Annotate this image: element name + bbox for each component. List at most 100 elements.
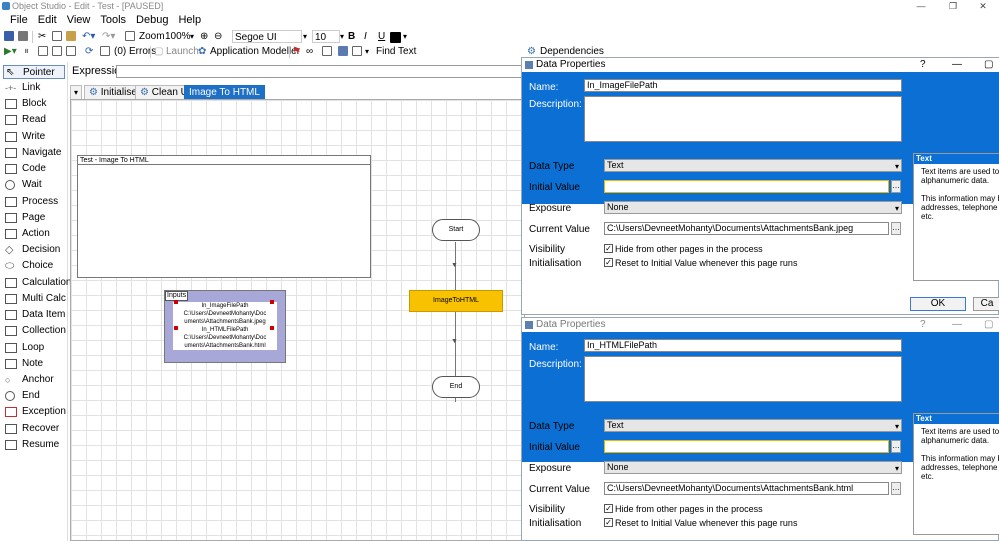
zoom-value[interactable]: 100% — [165, 30, 191, 44]
current-value-field[interactable]: C:\Users\DevneetMohanty\Documents\Attach… — [604, 482, 889, 495]
run-icon[interactable]: ▶▾ — [4, 45, 17, 59]
name-field[interactable]: In_ImageFilePath — [584, 79, 902, 92]
font-size-select[interactable]: 10 — [312, 30, 340, 43]
menu-tools[interactable]: Tools — [95, 13, 131, 28]
initialisation-checkbox[interactable]: ✓ — [604, 258, 613, 267]
ellipsis-button[interactable]: … — [891, 440, 901, 453]
palette-pointer[interactable]: ⇖ Pointer — [3, 65, 65, 79]
start-stage[interactable]: Start — [432, 219, 480, 241]
exposure-select[interactable]: None ▾ — [604, 461, 902, 474]
underline-button[interactable]: U — [378, 30, 385, 44]
tab-image-to-html[interactable]: Image To HTML — [184, 85, 265, 99]
breakpoint-icon[interactable]: ⚑ — [292, 45, 301, 59]
print-icon[interactable] — [18, 30, 28, 44]
palette-resume[interactable]: Resume — [3, 438, 65, 452]
description-field[interactable] — [584, 96, 902, 142]
pause-icon[interactable]: ⏸ — [24, 45, 29, 59]
maximize-icon[interactable]: ▢ — [984, 318, 993, 332]
palette-recover[interactable]: Recover — [3, 422, 65, 436]
font-size-dropdown-icon[interactable]: ▾ — [340, 30, 344, 44]
zoom-out-icon[interactable]: ⊖ — [214, 30, 222, 44]
palette-block[interactable]: Block — [3, 97, 65, 111]
help-icon[interactable]: ? — [920, 58, 926, 72]
grid-icon[interactable] — [352, 45, 362, 59]
ok-button[interactable]: OK — [910, 297, 966, 311]
palette-action[interactable]: Action — [3, 227, 65, 241]
menu-debug[interactable]: Debug — [131, 13, 173, 28]
palette-navigate[interactable]: Navigate — [3, 146, 65, 160]
palette-link[interactable]: -+- Link — [3, 81, 65, 95]
color-dropdown-icon[interactable]: ▾ — [403, 30, 407, 44]
visibility-checkbox[interactable]: ✓ — [604, 504, 613, 513]
ellipsis-button[interactable]: … — [891, 180, 901, 193]
validate-icon[interactable] — [322, 45, 332, 59]
zoom-dropdown-icon[interactable]: ▾ — [190, 30, 194, 44]
color-swatch[interactable] — [390, 31, 401, 45]
visibility-checkbox[interactable]: ✓ — [604, 244, 613, 253]
palette-end[interactable]: End — [3, 389, 65, 403]
step-icon[interactable] — [38, 45, 48, 59]
app-modeller-button[interactable]: Application Modeller — [210, 45, 300, 59]
palette-process[interactable]: Process — [3, 195, 65, 209]
initialisation-checkbox[interactable]: ✓ — [604, 518, 613, 527]
initial-value-field[interactable] — [604, 180, 889, 193]
action-stage[interactable]: ImageToHTML — [409, 290, 503, 312]
palette-calculation[interactable]: Calculation — [3, 276, 71, 290]
step-out-icon[interactable] — [66, 45, 76, 59]
menu-help[interactable]: Help — [173, 13, 206, 28]
font-dropdown-icon[interactable]: ▾ — [303, 30, 307, 44]
grid-dropdown-icon[interactable]: ▾ — [365, 45, 369, 59]
launch-button[interactable]: Launch — [166, 45, 199, 59]
tabs-dropdown-icon[interactable]: ▾ — [70, 85, 82, 99]
process-canvas[interactable]: Test - Image To HTML Inputs In_ImageFile… — [70, 99, 525, 541]
menu-edit[interactable]: Edit — [33, 13, 62, 28]
step-over-icon[interactable] — [52, 45, 62, 59]
data-type-select[interactable]: Text ▾ — [604, 419, 902, 432]
minimize-button[interactable]: — — [906, 0, 936, 12]
maximize-icon[interactable]: ▢ — [984, 58, 993, 72]
redo-icon[interactable]: ↷▾ — [102, 30, 115, 44]
palette-wait[interactable]: Wait — [3, 178, 65, 192]
ellipsis-button[interactable]: … — [891, 482, 901, 495]
palette-write[interactable]: Write — [3, 130, 65, 144]
description-field[interactable] — [584, 356, 902, 402]
palette-page[interactable]: Page — [3, 211, 65, 225]
cancel-button[interactable]: Ca — [973, 297, 999, 311]
palette-decision[interactable]: ◇ Decision — [3, 243, 65, 257]
zoom-in-icon[interactable]: ⊕ — [200, 30, 208, 44]
bold-button[interactable]: B — [348, 30, 355, 44]
exposure-select[interactable]: None ▾ — [604, 201, 902, 214]
ellipsis-button[interactable]: … — [891, 222, 901, 235]
minimize-icon[interactable]: — — [952, 318, 962, 332]
expression-input[interactable] — [116, 65, 525, 78]
minimize-icon[interactable]: — — [952, 58, 962, 72]
menu-view[interactable]: View — [62, 13, 96, 28]
help-icon[interactable]: ? — [920, 318, 926, 332]
palette-collection[interactable]: Collection — [3, 324, 66, 338]
inputs-stage[interactable]: Inputs In_ImageFilePath C:\Users\DevneetM… — [164, 290, 286, 363]
palette-exception[interactable]: Exception — [3, 405, 66, 419]
restore-button[interactable]: ❐ — [938, 0, 968, 12]
palette-choice[interactable]: ⬭ Choice — [3, 259, 65, 273]
end-stage[interactable]: End — [432, 376, 480, 398]
palette-code[interactable]: Code — [3, 162, 65, 176]
menu-file[interactable]: File — [5, 13, 33, 28]
palette-multi-calc[interactable]: Multi Calc — [3, 292, 66, 306]
font-name-select[interactable]: Segoe UI — [232, 30, 302, 43]
close-button[interactable]: ✕ — [968, 0, 998, 12]
palette-read[interactable]: Read — [3, 113, 65, 127]
layout-icon[interactable] — [338, 45, 348, 59]
undo-icon[interactable]: ↶▾ — [82, 30, 95, 44]
palette-note[interactable]: Note — [3, 357, 65, 371]
name-field[interactable]: In_HTMLFilePath — [584, 339, 902, 352]
palette-anchor[interactable]: ○ Anchor — [3, 373, 65, 387]
data-type-select[interactable]: Text ▾ — [604, 159, 902, 172]
cut-icon[interactable]: ✂ — [38, 30, 46, 44]
tab-initialise[interactable]: ⚙ Initialise — [84, 85, 142, 99]
find-text-button[interactable]: Find Text — [376, 45, 416, 59]
refresh-icon[interactable]: ⟳ — [85, 45, 93, 59]
copy-icon[interactable] — [52, 30, 62, 44]
page-block[interactable]: Test - Image To HTML — [77, 155, 371, 278]
palette-loop[interactable]: Loop — [3, 341, 65, 355]
initial-value-field[interactable] — [604, 440, 889, 453]
